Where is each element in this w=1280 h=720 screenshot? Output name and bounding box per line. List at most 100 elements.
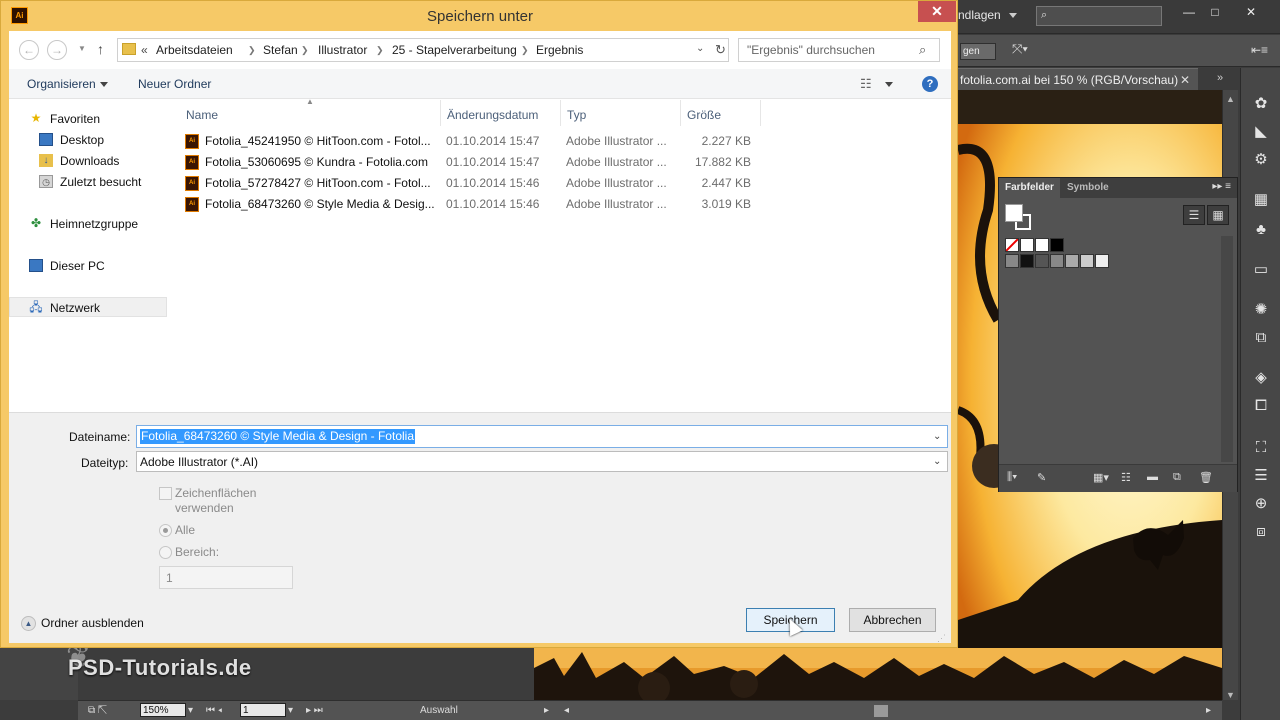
swatch-kind-icon[interactable]: ✎ <box>1037 471 1046 484</box>
breadcrumb-chevron-icon[interactable]: ❯ <box>376 45 384 56</box>
swatch-gray-5[interactable] <box>1080 254 1094 268</box>
close-icon[interactable]: ✕ <box>1240 4 1262 20</box>
tab-symbole[interactable]: Symbole <box>1061 178 1115 198</box>
filetype-select[interactable]: Adobe Illustrator (*.AI) ⌄ <box>136 451 948 472</box>
swatch-black[interactable] <box>1050 238 1064 252</box>
fill-swatch[interactable] <box>1005 204 1023 222</box>
recent-locations-dropdown-icon[interactable]: ▼ <box>78 44 86 53</box>
swatch-gray-4[interactable] <box>1065 254 1079 268</box>
new-swatch-icon[interactable]: ⧉ <box>1173 471 1181 484</box>
artboards-icon[interactable]: ⧠ <box>1251 396 1271 416</box>
address-dropdown-icon[interactable]: ⌄ <box>696 43 704 54</box>
address-bar[interactable]: « Arbeitsdateien ❯ Stefan ❯ Illustrator … <box>117 38 729 62</box>
breadcrumb-overflow[interactable]: « <box>141 43 148 57</box>
status-menu-icon[interactable]: ▸ <box>544 704 549 718</box>
breadcrumb-chevron-icon[interactable]: ❯ <box>248 45 256 56</box>
search-box[interactable]: "Ergebnis" durchsuchen ⌕ <box>738 38 940 62</box>
align-icon[interactable]: ☰ <box>1251 466 1271 486</box>
thumbnail-view-icon[interactable]: ▦ <box>1207 205 1229 225</box>
sidebar-item-zuletzt-besucht[interactable]: ◷ Zuletzt besucht <box>9 172 167 192</box>
breadcrumb-item[interactable]: Illustrator <box>318 43 367 57</box>
next-artboard-icon[interactable]: ▸ ⏭ <box>306 704 323 718</box>
transform-icon[interactable]: ⤧▾ <box>1012 41 1028 57</box>
radio-all[interactable] <box>159 524 172 537</box>
column-header-type[interactable]: Typ <box>567 104 586 126</box>
swatch-none[interactable] <box>1005 238 1019 252</box>
swatch-gray-1[interactable] <box>1020 254 1034 268</box>
swatches-icon[interactable]: ▦ <box>1251 190 1271 210</box>
swatch-registration[interactable] <box>1020 238 1034 252</box>
control-bar-menu-icon[interactable]: ⇤≡ <box>1251 43 1268 57</box>
organize-dropdown-icon[interactable] <box>100 82 108 87</box>
swatch-gray-3[interactable] <box>1050 254 1064 268</box>
color-palette-icon[interactable]: ✿ <box>1251 94 1271 114</box>
help-icon[interactable]: ? <box>922 76 938 92</box>
gradient-icon[interactable]: ▭ <box>1251 260 1271 280</box>
list-view-icon[interactable]: ☰ <box>1183 205 1205 225</box>
column-header-size[interactable]: Größe <box>687 104 721 126</box>
filename-input[interactable]: Fotolia_68473260 © Style Media & Design … <box>136 425 948 448</box>
sidebar-item-downloads[interactable]: ↓ Downloads <box>9 151 167 171</box>
layers-icon[interactable]: ◈ <box>1251 368 1271 388</box>
hide-folders-button[interactable]: Ordner ausblenden <box>41 616 144 630</box>
expand-panels-icon[interactable]: » <box>1217 72 1223 84</box>
workspace-label[interactable]: ndlagen <box>958 8 1001 22</box>
forward-arrow-icon[interactable]: → <box>47 40 67 60</box>
maximize-icon[interactable]: □ <box>1204 4 1226 20</box>
up-arrow-icon[interactable]: ↑ <box>97 41 104 57</box>
swatch-options-icon[interactable]: ☷ <box>1121 471 1131 484</box>
breadcrumb-item[interactable]: Arbeitsdateien <box>156 43 233 57</box>
control-bar-button[interactable]: gen <box>960 43 996 60</box>
swatches-scrollbar[interactable] <box>1221 236 1233 462</box>
artboard-number-field[interactable]: 1 <box>240 703 286 717</box>
view-options-icon[interactable]: ☷ <box>860 76 872 92</box>
resize-grip-icon[interactable]: ⋰ <box>937 633 946 644</box>
filename-dropdown-icon[interactable]: ⌄ <box>933 431 941 442</box>
first-artboard-icon[interactable]: ⏮ ◂ <box>206 704 222 718</box>
breadcrumb-item[interactable]: Stefan <box>263 43 298 57</box>
breadcrumb-item[interactable]: Ergebnis <box>536 43 583 57</box>
sidebar-item-favoriten[interactable]: ★ Favoriten <box>9 109 167 129</box>
column-divider[interactable] <box>680 100 681 126</box>
column-header-date[interactable]: Änderungsdatum <box>447 104 538 126</box>
appearance-icon[interactable]: ⚙ <box>1251 150 1271 170</box>
column-divider[interactable] <box>440 100 441 126</box>
pathfinder-icon[interactable]: ⊕ <box>1251 494 1271 514</box>
breadcrumb-item[interactable]: 25 - Stapelverarbeitung <box>392 43 517 57</box>
scroll-down-icon[interactable]: ▼ <box>1226 690 1235 700</box>
range-input[interactable]: 1 <box>159 566 293 589</box>
document-tab[interactable]: fotolia.com.ai bei 150 % (RGB/Vorschau) … <box>958 68 1198 90</box>
dialog-close-button[interactable]: ✕ <box>918 1 956 22</box>
panel-menu-icon[interactable]: ▸▸ ≡ <box>1212 181 1231 192</box>
breadcrumb-chevron-icon[interactable]: ❯ <box>301 45 309 56</box>
column-divider[interactable] <box>560 100 561 126</box>
new-folder-button[interactable]: Neuer Ordner <box>138 77 211 91</box>
symbols-icon[interactable]: ♣ <box>1251 220 1271 240</box>
refresh-icon[interactable]: ↻ <box>715 42 726 58</box>
transform-panel-icon[interactable]: ⛶ <box>1251 438 1271 458</box>
zoom-dropdown-icon[interactable]: ▾ <box>188 704 193 718</box>
use-artboards-checkbox[interactable] <box>159 487 172 500</box>
color-guide-icon[interactable]: ◣ <box>1251 122 1271 142</box>
view-dropdown-icon[interactable] <box>885 82 893 87</box>
swatch-white[interactable] <box>1035 238 1049 252</box>
illustrator-search-input[interactable]: ⌕ <box>1036 6 1162 26</box>
horizontal-scroll-left-icon[interactable]: ◂ <box>564 704 569 718</box>
workspace-dropdown-icon[interactable] <box>1009 13 1017 18</box>
new-color-group-icon[interactable]: ▬ <box>1147 471 1158 483</box>
sidebar-item-desktop[interactable]: Desktop <box>9 130 167 150</box>
tab-farbfelder[interactable]: Farbfelder <box>999 178 1060 198</box>
swatch-gray-2[interactable] <box>1035 254 1049 268</box>
chevron-up-icon[interactable]: ▲ <box>21 616 36 631</box>
swatch-libraries-icon[interactable]: ⫼▾ <box>1007 471 1017 484</box>
page-dropdown-icon[interactable]: ▾ <box>288 704 293 718</box>
close-tab-icon[interactable]: ✕ <box>1180 69 1190 91</box>
scroll-up-icon[interactable]: ▲ <box>1226 94 1235 104</box>
sidebar-item-netzwerk[interactable]: 🖧 Netzwerk <box>9 297 167 317</box>
filetype-dropdown-icon[interactable]: ⌄ <box>933 456 941 467</box>
cancel-button[interactable]: Abbrechen <box>849 608 936 632</box>
graphic-styles-icon[interactable]: ⧉ <box>1251 328 1271 348</box>
table-row[interactable]: Ai Fotolia_45241950 © HitToon.com - Foto… <box>185 131 761 152</box>
back-arrow-icon[interactable]: ← <box>19 40 39 60</box>
table-row[interactable]: Ai Fotolia_57278427 © HitToon.com - Foto… <box>185 173 761 194</box>
